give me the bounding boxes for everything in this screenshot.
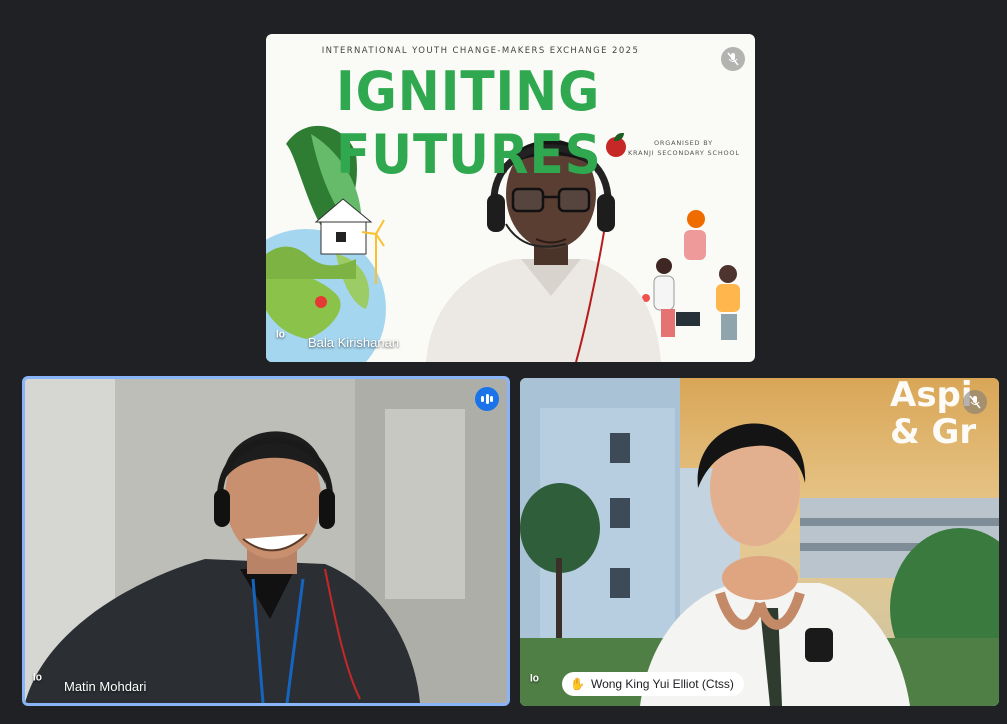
mic-off-icon [721, 47, 745, 71]
school-name: KRANJI SECONDARY SCHOOL [628, 149, 740, 157]
presentation-title: IGNITING FUTURES [336, 60, 602, 186]
event-line: INTERNATIONAL YOUTH CHANGE-MAKERS EXCHAN… [321, 46, 640, 56]
participant-name: Bala Kirishanan [308, 335, 400, 350]
participant-video [25, 379, 507, 703]
participant-name-chip: ✋ Wong King Yui Elliot (Ctss) [562, 672, 744, 696]
backdrop-text-line2: & Gr [890, 412, 976, 452]
organised-by-label: ORGANISED BY [654, 139, 713, 147]
virtual-background: Aspi & Gr [520, 378, 999, 706]
participant-name: Matin Mohdari [64, 679, 147, 694]
ipad-device-icon: ᴵᵒ [33, 671, 42, 688]
speaking-indicator-icon [475, 387, 499, 411]
organiser-text: ORGANISED BY KRANJI SECONDARY SCHOOL [628, 138, 740, 158]
ipad-device-icon: ᴵᵒ [530, 672, 539, 689]
ipad-device-icon: ᴵᵒ [276, 328, 285, 345]
mic-off-icon [963, 390, 987, 414]
participant-tile-matin[interactable]: ᴵᵒ Matin Mohdari [22, 376, 510, 706]
participant-tile-wong[interactable]: Aspi & Gr ᴵᵒ ✋ Wong King Yui Elliot (Cts… [520, 378, 999, 706]
backdrop-text-line1: Aspi [890, 378, 973, 415]
participant-tile-bala[interactable]: INTERNATIONAL YOUTH CHANGE-MAKERS EXCHAN… [266, 34, 755, 362]
participant-name: Wong King Yui Elliot (Ctss) [590, 677, 734, 691]
raised-hand-icon: ✋ [570, 677, 585, 691]
school-logo [606, 133, 626, 157]
